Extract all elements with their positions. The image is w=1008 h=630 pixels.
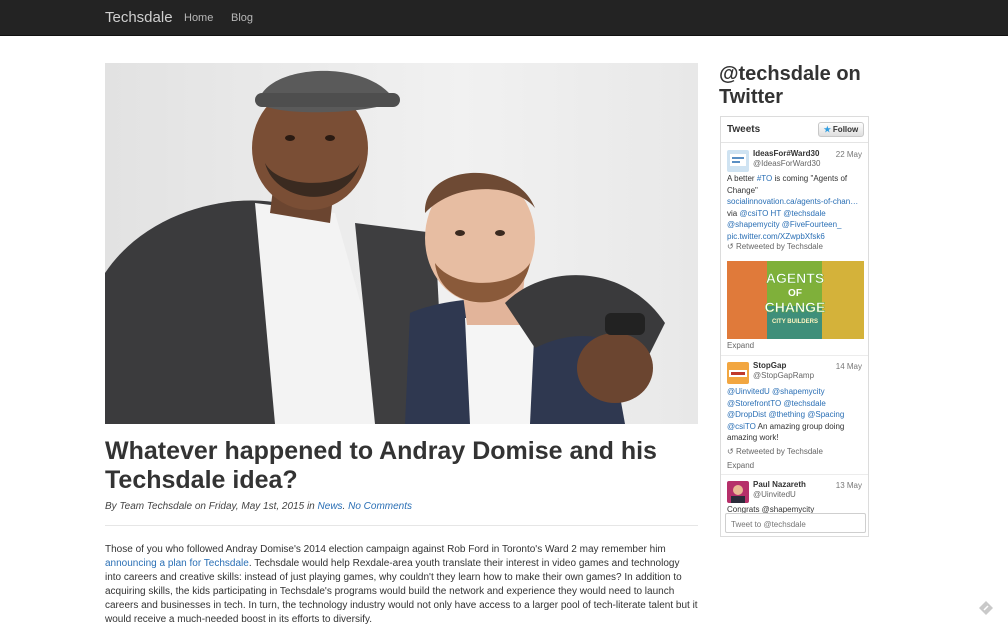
tweet-text: @UinvitedU @shapemycity @StorefrontTO @t…: [727, 386, 867, 444]
tweet-media[interactable]: AGENTS OF CHANGE CITY BUILDERS: [727, 261, 864, 339]
pic-link[interactable]: pic.twitter.com/XZwpbXfsk6: [727, 231, 867, 243]
tweet-author-handle[interactable]: @StopGapRamp: [753, 371, 814, 380]
byline-separator: .: [342, 501, 346, 512]
tweet-date[interactable]: 14 May: [836, 362, 862, 371]
avatar[interactable]: [727, 150, 749, 172]
tweet-text: A better #TO is coming "Agents of Change…: [727, 173, 867, 243]
tweet-text-4: An amazing group doing: [757, 421, 845, 431]
category-link[interactable]: News: [318, 501, 343, 512]
mention-links-1[interactable]: @UinvitedU @shapemycity: [727, 386, 867, 398]
retweet-label: ↺ Retweeted by Techsdale: [727, 447, 823, 456]
tweet-author-handle[interactable]: @IdeasForWard30: [753, 159, 820, 168]
post-title: Whatever happened to Andray Domise and h…: [105, 437, 657, 494]
follow-button[interactable]: ★ Follow: [818, 122, 864, 137]
twitter-bird-icon: ★: [823, 125, 831, 134]
expand-link[interactable]: Expand: [727, 461, 754, 470]
tweet-item[interactable]: Paul Nazareth @UinvitedU 13 May Congrats…: [721, 475, 868, 514]
post-byline: By Team Techsdale on Friday, May 1st, 20…: [105, 501, 698, 512]
avatar[interactable]: [727, 362, 749, 384]
media-line-3: CHANGE: [765, 299, 826, 315]
nav-blog-link[interactable]: Blog: [231, 12, 253, 24]
post-body: Those of you who followed Andray Domise'…: [105, 543, 698, 627]
retweet-label: ↺ Retweeted by Techsdale: [727, 242, 823, 251]
mention-links[interactable]: @csiTO HT @techsdale: [739, 209, 825, 218]
mention-links-2[interactable]: @shapemycity @FiveFourteen_: [727, 219, 867, 231]
avatar-stopgap: [727, 362, 749, 384]
avatar-paul-nazareth: [727, 481, 749, 503]
comments-link[interactable]: No Comments: [348, 501, 412, 512]
edit-corner-icon[interactable]: [976, 598, 996, 618]
post-divider: [105, 525, 698, 526]
mention-links-2[interactable]: @StorefrontTO @techsdale: [727, 398, 867, 410]
agents-of-change-image: AGENTS OF CHANGE CITY BUILDERS: [727, 261, 864, 339]
sidebar-title: @techsdale on Twitter: [719, 63, 861, 108]
retweet-text: Retweeted by Techsdale: [735, 447, 823, 456]
tweet-item[interactable]: IdeasFor#Ward30 @IdeasForWard30 22 May A…: [721, 144, 868, 356]
expand-link[interactable]: Expand: [727, 341, 754, 350]
tweet-author-name[interactable]: Paul Nazareth: [753, 480, 806, 489]
tweet-author-handle[interactable]: @UinvitedU: [753, 490, 796, 499]
tweet-date[interactable]: 13 May: [836, 481, 862, 490]
tweet-text-5: amazing work!: [727, 433, 779, 443]
media-line-4: CITY BUILDERS: [772, 319, 818, 325]
media-line-2: OF: [788, 288, 802, 299]
mention-link-4[interactable]: @csiTO: [727, 422, 756, 431]
hero-photo-illustration: [105, 63, 698, 424]
tweet-item[interactable]: StopGap @StopGapRamp 14 May @UinvitedU @…: [721, 356, 868, 475]
techsdale-plan-link[interactable]: announcing a plan for Techsdale: [105, 558, 249, 569]
follow-label: Follow: [832, 125, 859, 134]
media-line-1: AGENTS: [766, 270, 824, 286]
tweet-input[interactable]: [726, 515, 865, 534]
navbar: Techsdale Home Blog: [0, 0, 1008, 36]
avatar-ideasforward30: [727, 150, 749, 172]
hero-photo: [105, 63, 698, 424]
retweet-icon: ↺: [727, 447, 734, 456]
tweet-author-name[interactable]: IdeasFor#Ward30: [753, 149, 819, 158]
tweet-via: via: [727, 208, 738, 218]
tweet-text-lead: A better: [727, 174, 755, 183]
tweet-date[interactable]: 22 May: [836, 150, 862, 159]
hashtag-link[interactable]: #TO: [757, 174, 772, 183]
tweets-heading: Tweets: [727, 124, 761, 135]
brand-link[interactable]: Techsdale: [105, 9, 173, 26]
retweet-text: Retweeted by Techsdale: [735, 242, 823, 251]
tweet-box[interactable]: [725, 513, 866, 534]
retweet-icon: ↺: [727, 242, 734, 251]
twitter-widget-header: Tweets ★ Follow: [721, 117, 868, 143]
nav-home-link[interactable]: Home: [184, 12, 213, 24]
tweet-url-link[interactable]: socialinnovation.ca/agents-of-chan…: [727, 196, 867, 208]
mention-links-3[interactable]: @DropDist @thething @Spacing: [727, 409, 867, 421]
tweet-author-name[interactable]: StopGap: [753, 361, 786, 370]
twitter-widget: Tweets ★ Follow IdeasFor#Ward30 @IdeasFo…: [720, 116, 869, 537]
post-body-intro: Those of you who followed Andray Domise'…: [105, 544, 666, 555]
byline-text: By Team Techsdale on Friday, May 1st, 20…: [105, 501, 315, 512]
avatar[interactable]: [727, 481, 749, 503]
